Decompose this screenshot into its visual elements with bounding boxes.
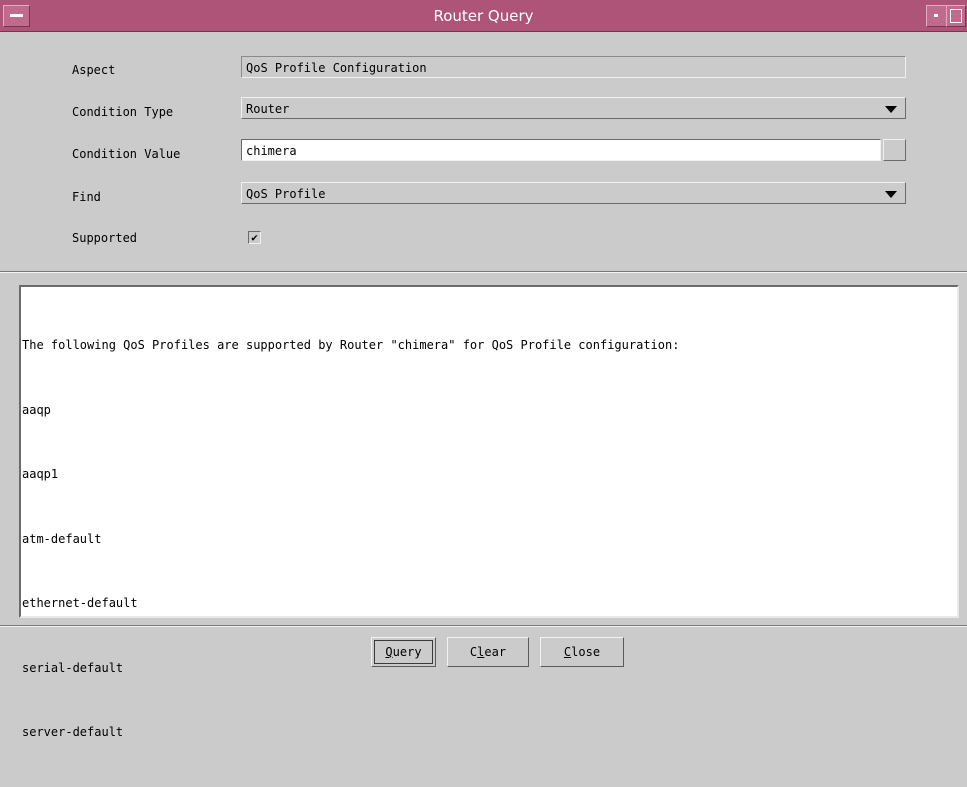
find-value: QoS Profile bbox=[246, 187, 326, 201]
query-label: uery bbox=[392, 645, 422, 659]
results-text-area[interactable]: The following QoS Profiles are supported… bbox=[19, 285, 959, 739]
minimize-icon[interactable] bbox=[926, 5, 947, 27]
supported-label: Supported bbox=[72, 231, 138, 245]
window-title: Router Query bbox=[433, 7, 534, 25]
result-line: aaqp bbox=[22, 402, 51, 417]
clear-label-end: ear bbox=[484, 645, 507, 659]
chevron-down-icon bbox=[885, 191, 897, 198]
maximize-icon[interactable] bbox=[946, 5, 966, 27]
checkmark-icon: ✔ bbox=[251, 231, 258, 244]
result-line: aaqp1 bbox=[22, 467, 59, 481]
condition-type-value: Router bbox=[246, 102, 290, 116]
aspect-label: Aspect bbox=[72, 63, 116, 77]
divider bbox=[0, 271, 967, 273]
close-label: lose bbox=[571, 645, 601, 659]
chevron-down-icon bbox=[885, 106, 897, 113]
title-bar[interactable]: Router Query bbox=[0, 0, 967, 32]
aspect-field: QoS Profile Configuration bbox=[241, 56, 906, 78]
result-line: atm-default bbox=[22, 531, 102, 546]
supported-checkbox[interactable]: ✔ bbox=[248, 231, 261, 244]
close-button[interactable]: Close bbox=[540, 637, 624, 667]
button-bar: Query Clear Close bbox=[0, 637, 967, 667]
condition-type-select[interactable]: Router bbox=[241, 97, 906, 119]
find-label: Find bbox=[72, 190, 101, 204]
divider bbox=[0, 625, 967, 627]
query-button[interactable]: Query bbox=[371, 637, 436, 667]
query-mnemonic: Q bbox=[385, 645, 393, 659]
condition-type-label: Condition Type bbox=[72, 105, 174, 119]
find-select[interactable]: QoS Profile bbox=[241, 182, 906, 204]
result-line: server-default bbox=[22, 725, 124, 739]
condition-value-label: Condition Value bbox=[72, 147, 181, 161]
result-header: The following QoS Profiles are supported… bbox=[22, 338, 680, 352]
router-query-window: Router Query Aspect QoS Profile Configur… bbox=[0, 0, 967, 739]
condition-value-combo: chimera bbox=[241, 139, 906, 161]
condition-value-input[interactable]: chimera bbox=[241, 139, 881, 161]
query-form: Aspect QoS Profile Configuration Conditi… bbox=[0, 32, 967, 270]
result-line: ethernet-default bbox=[22, 596, 138, 610]
condition-value-dropdown-button[interactable] bbox=[883, 139, 906, 161]
clear-button[interactable]: Clear bbox=[447, 637, 529, 667]
